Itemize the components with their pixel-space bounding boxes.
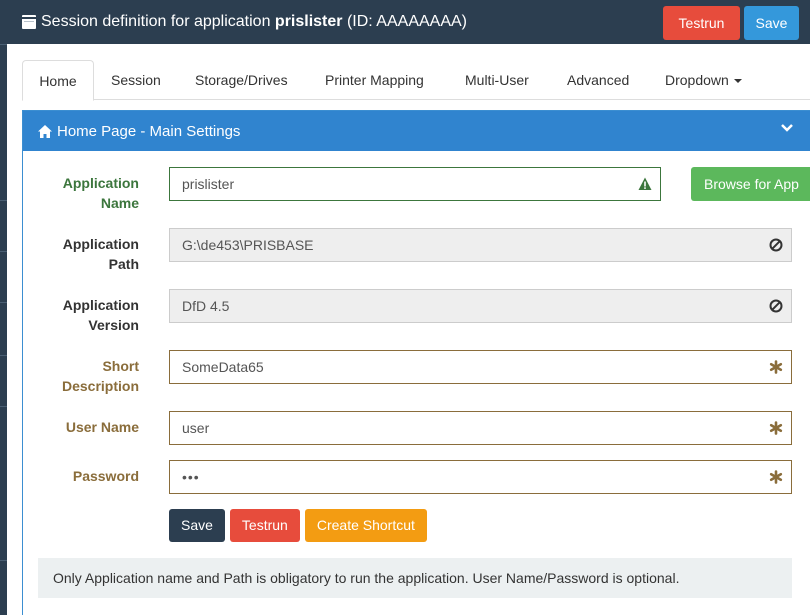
short-description-label-line2: Description — [61, 378, 139, 394]
app-path-input: G:\de453\PRISBASE — [169, 228, 792, 262]
password-input[interactable]: ••• — [169, 460, 792, 494]
panel-title: Home Page - Main Settings — [57, 123, 241, 140]
save-button[interactable]: Save — [169, 509, 225, 542]
user-name-value: user — [182, 420, 210, 436]
app-name-input[interactable]: prislister — [169, 167, 661, 201]
asterisk-icon — [769, 421, 783, 435]
app-path-label: Application Path — [23, 234, 139, 274]
app-version-value: DfD 4.5 — [182, 298, 230, 314]
title-suffix: (ID: AAAAAAAA) — [342, 13, 467, 30]
info-alert: Only Application name and Path is obliga… — [38, 558, 792, 598]
tab-bar: Home Session Storage/Drives Printer Mapp… — [22, 60, 810, 101]
chevron-down-icon[interactable] — [780, 121, 794, 135]
app-name-label-line1: Application — [62, 175, 139, 191]
caret-down-icon — [733, 79, 742, 84]
left-nav-strip — [0, 0, 7, 615]
short-description-value: SomeData65 — [182, 359, 264, 375]
title-prefix: Session definition for application — [41, 13, 275, 30]
main-settings-panel: Home Page - Main Settings Application Na… — [22, 110, 810, 615]
browse-app-button[interactable]: Browse for App — [691, 167, 810, 201]
tab-dropdown[interactable]: Dropdown — [665, 60, 742, 100]
short-description-label: Short Description — [23, 356, 139, 396]
password-value: ••• — [182, 469, 200, 485]
short-description-label-line1: Short — [102, 358, 139, 374]
password-label: Password — [72, 468, 139, 484]
app-name-value: prislister — [182, 176, 235, 192]
home-icon — [38, 125, 52, 138]
user-name-input[interactable]: user — [169, 411, 792, 445]
app-version-input: DfD 4.5 — [169, 289, 792, 323]
tab-multi-user[interactable]: Multi-User — [465, 60, 529, 100]
tab-printer-mapping[interactable]: Printer Mapping — [325, 60, 424, 100]
app-path-value: G:\de453\PRISBASE — [182, 237, 314, 253]
asterisk-icon — [769, 360, 783, 374]
app-name-label-line2: Name — [100, 195, 139, 211]
tab-dropdown-label: Dropdown — [665, 72, 729, 88]
header-testrun-button[interactable]: Testrun — [663, 6, 740, 40]
tab-home[interactable]: Home — [22, 60, 94, 101]
ban-icon — [769, 299, 783, 313]
title-app-name: prislister — [274, 13, 343, 30]
page-header: Session definition for application prisl… — [7, 0, 810, 44]
warning-triangle-icon — [638, 177, 652, 190]
create-shortcut-button[interactable]: Create Shortcut — [304, 509, 427, 542]
app-name-label: Application Name — [23, 173, 139, 213]
app-version-label-line1: Application — [62, 297, 139, 313]
tab-advanced[interactable]: Advanced — [567, 60, 629, 100]
asterisk-icon — [769, 470, 783, 484]
app-path-label-line2: Path — [108, 256, 139, 272]
ban-icon — [769, 238, 783, 252]
tab-session[interactable]: Session — [111, 60, 161, 100]
short-description-input[interactable]: SomeData65 — [169, 350, 792, 384]
form-actions: Save Testrun Create Shortcut — [169, 509, 427, 542]
page-title: Session definition for application prisl… — [22, 13, 467, 31]
panel-heading[interactable]: Home Page - Main Settings — [23, 111, 810, 151]
header-save-button[interactable]: Save — [744, 6, 799, 40]
testrun-button[interactable]: Testrun — [229, 509, 300, 542]
app-path-label-line1: Application — [62, 236, 139, 252]
user-name-label: User Name — [65, 419, 139, 435]
tab-storage-drives[interactable]: Storage/Drives — [195, 60, 288, 100]
window-icon — [22, 15, 36, 29]
app-version-label: Application Version — [23, 295, 139, 335]
app-version-label-line2: Version — [88, 317, 139, 333]
